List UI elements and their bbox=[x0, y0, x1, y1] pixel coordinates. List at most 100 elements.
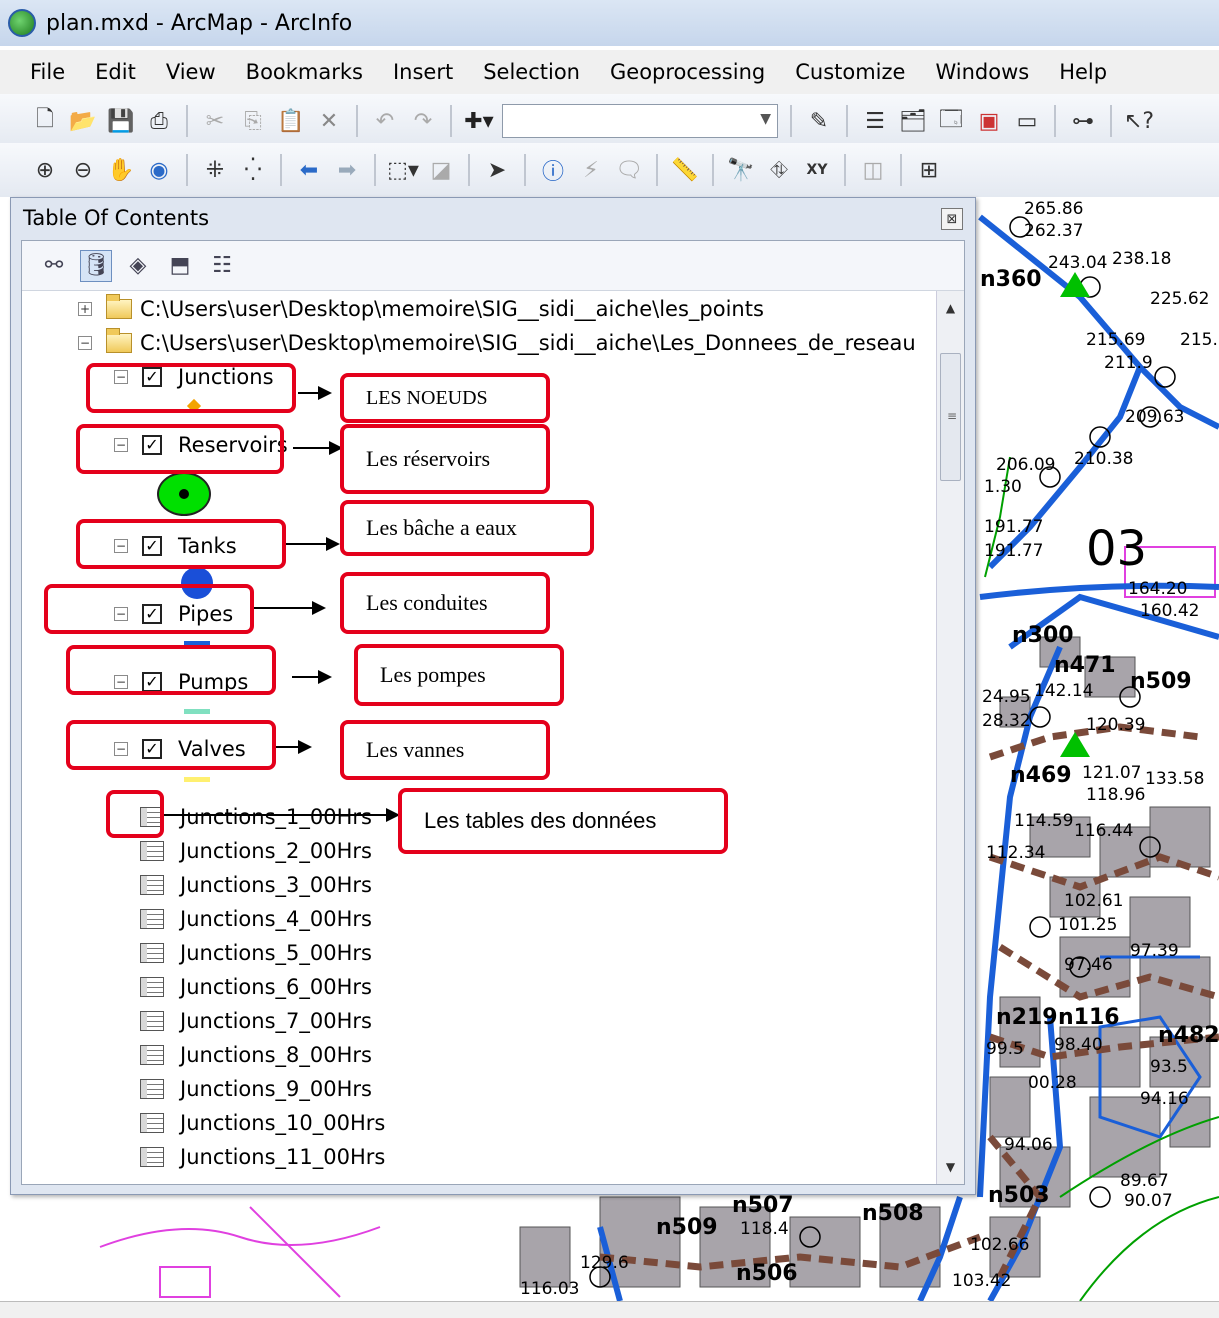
menu-file[interactable]: File bbox=[0, 60, 80, 84]
python-icon[interactable]: ▭ bbox=[1012, 106, 1042, 136]
fixed-zoom-in-icon[interactable]: ⁜ bbox=[200, 155, 230, 185]
map-node-label: n219 bbox=[996, 1005, 1058, 1030]
new-icon[interactable]: 🗋 bbox=[30, 106, 60, 136]
table-row[interactable]: Junctions_9_00Hrs bbox=[140, 1074, 372, 1104]
toc-title: Table Of Contents bbox=[23, 206, 210, 230]
chevron-down-icon[interactable]: ▼ bbox=[760, 111, 771, 127]
search-icon[interactable]: 🗔 bbox=[936, 106, 966, 136]
identify-icon[interactable]: ⓘ bbox=[538, 155, 568, 185]
open-icon[interactable]: 📂 bbox=[68, 106, 98, 136]
menu-geoprocessing[interactable]: Geoprocessing bbox=[595, 60, 780, 84]
list-by-source-icon[interactable]: 🛢 bbox=[80, 249, 112, 282]
find-route-icon[interactable]: ⛗ bbox=[764, 155, 794, 185]
close-icon[interactable]: ⊠ bbox=[941, 208, 963, 230]
save-icon[interactable]: 💾 bbox=[106, 106, 136, 136]
list-by-selection-icon[interactable]: ⬒ bbox=[164, 250, 196, 282]
clear-selection-icon[interactable]: ◪ bbox=[426, 155, 456, 185]
map-label: 265.86 bbox=[1024, 199, 1084, 219]
table-row[interactable]: Junctions_4_00Hrs bbox=[140, 904, 372, 934]
scroll-up-icon[interactable]: ▲ bbox=[937, 295, 964, 321]
menu-bookmarks[interactable]: Bookmarks bbox=[231, 60, 378, 84]
measure-icon[interactable]: 📏 bbox=[670, 155, 700, 185]
parcel-boundary bbox=[99, 1226, 381, 1248]
copy-icon[interactable]: ⎘ bbox=[238, 106, 268, 136]
menu-selection[interactable]: Selection bbox=[468, 60, 595, 84]
annotation-highlight-tables bbox=[106, 790, 164, 838]
map-label: 160.42 bbox=[1140, 601, 1200, 621]
map-scale-combo[interactable]: ▼ bbox=[502, 104, 778, 138]
list-by-drawing-order-icon[interactable]: ⚯ bbox=[38, 250, 70, 282]
menu-edit[interactable]: Edit bbox=[80, 60, 151, 84]
go-to-xy-icon[interactable]: XY bbox=[802, 155, 832, 185]
hyperlink-icon[interactable]: ⚡ bbox=[576, 155, 606, 185]
table-row[interactable]: Junctions_3_00Hrs bbox=[140, 870, 372, 900]
table-row[interactable]: Junctions_2_00Hrs bbox=[140, 836, 372, 866]
map-label: 101.25 bbox=[1058, 915, 1118, 935]
menu-windows[interactable]: Windows bbox=[920, 60, 1044, 84]
options-icon[interactable]: ☷ bbox=[206, 250, 238, 282]
map-node-label: n508 bbox=[862, 1201, 924, 1226]
zoom-in-icon[interactable]: ⊕ bbox=[30, 155, 60, 185]
modelbuilder-icon[interactable]: ⊶ bbox=[1068, 106, 1098, 136]
table-row[interactable]: Junctions_1_00Hrs bbox=[140, 802, 372, 832]
menu-help[interactable]: Help bbox=[1044, 60, 1122, 84]
map-label: 225.62 bbox=[1150, 289, 1210, 309]
whats-this-icon[interactable]: ↖? bbox=[1124, 106, 1154, 136]
table-name: Junctions_8_00Hrs bbox=[180, 1043, 372, 1067]
paste-icon[interactable]: 📋 bbox=[276, 106, 306, 136]
menu-insert[interactable]: Insert bbox=[378, 60, 468, 84]
table-name: Junctions_7_00Hrs bbox=[180, 1009, 372, 1033]
find-icon[interactable]: 🔭 bbox=[726, 155, 756, 185]
zoom-out-icon[interactable]: ⊖ bbox=[68, 155, 98, 185]
annotation-arrow bbox=[292, 670, 332, 684]
table-row[interactable]: Junctions_6_00Hrs bbox=[140, 972, 372, 1002]
table-of-contents-icon[interactable]: ☰ bbox=[860, 106, 890, 136]
map-node-label: n360 bbox=[980, 267, 1042, 292]
forward-icon[interactable]: ➡ bbox=[332, 155, 362, 185]
table-row[interactable]: Junctions_11_00Hrs bbox=[140, 1142, 385, 1172]
table-row[interactable]: Junctions_10_00Hrs bbox=[140, 1108, 385, 1138]
time-slider-icon[interactable]: ◫ bbox=[858, 155, 888, 185]
map-node-label: n300 bbox=[1012, 623, 1074, 648]
toc-group-donnees-reseau[interactable]: − C:\Users\user\Desktop\memoire\SIG__sid… bbox=[78, 328, 916, 358]
building-parcel bbox=[1129, 896, 1191, 948]
add-data-icon[interactable]: ✚▾ bbox=[464, 106, 494, 136]
html-popup-icon[interactable]: 🗨 bbox=[614, 155, 644, 185]
full-extent-icon[interactable]: ◉ bbox=[144, 155, 174, 185]
menu-customize[interactable]: Customize bbox=[780, 60, 920, 84]
list-by-visibility-icon[interactable]: ◈ bbox=[122, 250, 154, 282]
table-row[interactable]: Junctions_5_00Hrs bbox=[140, 938, 372, 968]
select-features-icon[interactable]: ⬚▾ bbox=[387, 155, 419, 185]
toolbar-separator bbox=[1054, 105, 1056, 137]
table-row[interactable]: Junctions_8_00Hrs bbox=[140, 1040, 372, 1070]
expand-icon[interactable]: + bbox=[78, 302, 92, 316]
select-elements-icon[interactable]: ➤ bbox=[482, 155, 512, 185]
redo-icon[interactable]: ↷ bbox=[408, 106, 438, 136]
collapse-icon[interactable]: − bbox=[78, 336, 92, 350]
menu-view[interactable]: View bbox=[151, 60, 231, 84]
window-title: plan.mxd - ArcMap - ArcInfo bbox=[46, 10, 353, 36]
scroll-thumb[interactable]: ≡ bbox=[940, 353, 961, 481]
annotation-label-junctions: LES NOEUDS bbox=[340, 373, 550, 423]
pan-icon[interactable]: ✋ bbox=[106, 155, 136, 185]
annotation-label-tanks: Les bâche a eaux bbox=[340, 500, 594, 556]
map-node-label: n471 bbox=[1054, 653, 1116, 678]
delete-icon[interactable]: ✕ bbox=[314, 106, 344, 136]
table-row[interactable]: Junctions_7_00Hrs bbox=[140, 1006, 372, 1036]
catalog-icon[interactable]: 🗂 bbox=[898, 106, 928, 136]
map-label: 142.14 bbox=[1034, 681, 1094, 701]
fixed-zoom-out-icon[interactable]: ⁛ bbox=[238, 155, 268, 185]
map-label: 114.59 bbox=[1014, 811, 1074, 831]
editor-icon[interactable]: ✎ bbox=[804, 106, 834, 136]
toc-group-les-points[interactable]: + C:\Users\user\Desktop\memoire\SIG__sid… bbox=[78, 294, 764, 324]
scroll-down-icon[interactable]: ▼ bbox=[937, 1154, 964, 1180]
toc-scrollbar[interactable]: ▲ ≡ ▼ bbox=[936, 291, 964, 1184]
arctoolbox-icon[interactable]: ▣ bbox=[974, 106, 1004, 136]
table-icon bbox=[140, 1045, 164, 1065]
undo-icon[interactable]: ↶ bbox=[370, 106, 400, 136]
magnifier-icon[interactable]: ⊞ bbox=[914, 155, 944, 185]
back-icon[interactable]: ⬅ bbox=[294, 155, 324, 185]
toolbar-separator bbox=[790, 105, 792, 137]
cut-icon[interactable]: ✂ bbox=[200, 106, 230, 136]
print-icon[interactable]: ⎙ bbox=[144, 106, 174, 136]
